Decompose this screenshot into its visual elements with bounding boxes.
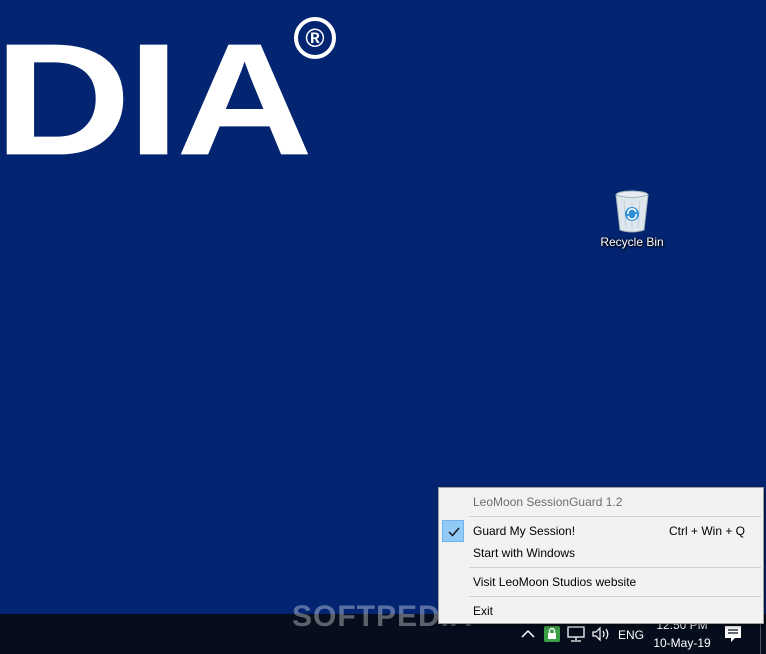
menu-separator <box>469 567 761 568</box>
lock-icon[interactable] <box>544 626 560 642</box>
menu-item-guard-my-session[interactable]: Guard My Session! Ctrl + Win + Q <box>439 520 763 542</box>
clock-date: 10-May-19 <box>653 636 711 650</box>
menu-separator <box>469 516 761 517</box>
registered-mark: ® <box>294 17 336 59</box>
menu-item-label: Exit <box>473 604 494 618</box>
menu-item-label: Visit LeoMoon Studios website <box>473 575 637 589</box>
network-icon[interactable] <box>566 624 586 644</box>
menu-item-exit[interactable]: Exit <box>439 600 763 622</box>
menu-title: LeoMoon SessionGuard 1.2 <box>439 491 763 513</box>
recycle-bin-icon <box>615 190 649 233</box>
chevron-up-icon[interactable] <box>518 624 538 644</box>
menu-item-start-with-windows[interactable]: Start with Windows <box>439 542 763 564</box>
language-indicator[interactable]: ENG <box>618 628 644 642</box>
volume-icon[interactable] <box>590 624 612 644</box>
wallpaper-logo-text: DIA <box>0 10 313 189</box>
desktop-icon-recycle-bin[interactable]: Recycle Bin <box>596 188 668 249</box>
menu-item-visit-website[interactable]: Visit LeoMoon Studios website <box>439 571 763 593</box>
menu-separator <box>469 596 761 597</box>
desktop-icon-label: Recycle Bin <box>600 235 664 249</box>
checkmark-icon <box>448 527 460 537</box>
menu-item-check <box>442 520 464 542</box>
sessionguard-context-menu: LeoMoon SessionGuard 1.2 Guard My Sessio… <box>438 487 764 624</box>
menu-title-label: LeoMoon SessionGuard 1.2 <box>473 495 623 509</box>
menu-item-label: Start with Windows <box>473 546 576 560</box>
action-center-icon[interactable] <box>722 624 744 644</box>
menu-item-label: Guard My Session! <box>473 524 576 538</box>
menu-item-shortcut: Ctrl + Win + Q <box>668 524 745 538</box>
